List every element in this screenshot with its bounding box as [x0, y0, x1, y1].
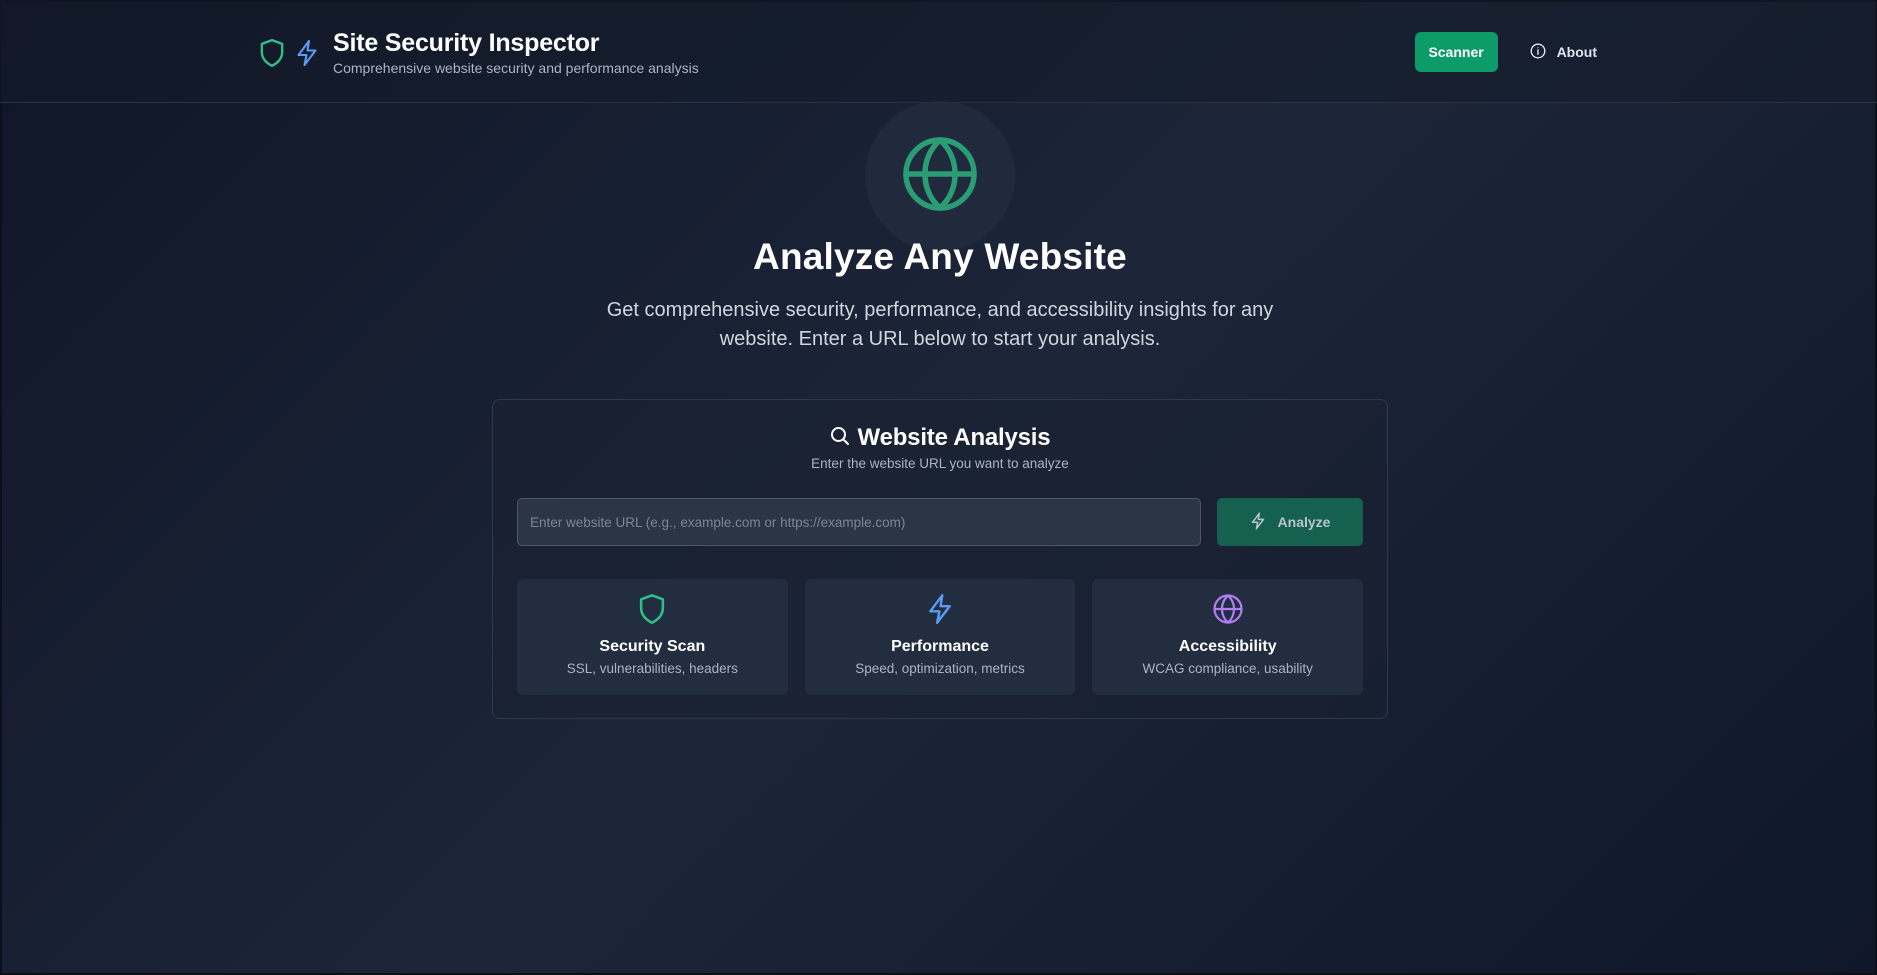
info-icon	[1530, 42, 1546, 62]
globe-icon	[1212, 593, 1244, 630]
feature-title: Accessibility	[1178, 638, 1277, 655]
analyze-button[interactable]: Analyze	[1217, 498, 1363, 546]
app-title: Site Security Inspector	[333, 29, 600, 57]
shield-icon	[259, 38, 285, 73]
brand-icons	[259, 38, 319, 73]
hero-globe-badge	[865, 101, 1015, 251]
brand-text: Site Security Inspector Comprehensive we…	[333, 27, 699, 77]
top-nav: Scanner About	[1414, 32, 1611, 72]
app-subtitle: Comprehensive website security and perfo…	[333, 60, 699, 76]
feature-title: Performance	[891, 638, 989, 655]
url-input[interactable]	[517, 498, 1201, 546]
lightning-icon	[1250, 512, 1266, 533]
card-subtitle: Enter the website URL you want to analyz…	[811, 456, 1069, 471]
scanner-button[interactable]: Scanner	[1414, 32, 1498, 72]
top-header: Site Security Inspector Comprehensive we…	[0, 0, 1877, 103]
feature-list: Security Scan SSL, vulnerabilities, head…	[517, 579, 1364, 695]
feature-performance: Performance Speed, optimization, metrics	[804, 579, 1076, 695]
about-label: About	[1556, 44, 1597, 60]
about-button[interactable]: About	[1516, 32, 1611, 72]
feature-description: Speed, optimization, metrics	[855, 661, 1025, 676]
shield-icon	[638, 593, 666, 630]
feature-security-scan: Security Scan SSL, vulnerabilities, head…	[517, 579, 788, 695]
hero-title: Analyze Any Website	[753, 236, 1127, 277]
hero-description: Get comprehensive security, performance,…	[606, 299, 1274, 350]
analyze-label: Analyze	[1277, 514, 1331, 530]
card-header: Website Analysis	[493, 424, 1387, 452]
lightning-icon	[926, 593, 954, 630]
globe-icon	[901, 135, 979, 218]
feature-description: SSL, vulnerabilities, headers	[566, 661, 738, 676]
card-title: Website Analysis	[857, 424, 1051, 451]
search-icon	[830, 426, 850, 451]
feature-title: Security Scan	[599, 638, 706, 655]
feature-description: WCAG compliance, usability	[1142, 661, 1313, 676]
brand: Site Security Inspector Comprehensive we…	[259, 27, 699, 77]
lightning-icon	[295, 39, 319, 72]
feature-accessibility: Accessibility WCAG compliance, usability	[1092, 579, 1364, 695]
website-analysis-card: Website Analysis Enter the website URL y…	[492, 399, 1388, 719]
